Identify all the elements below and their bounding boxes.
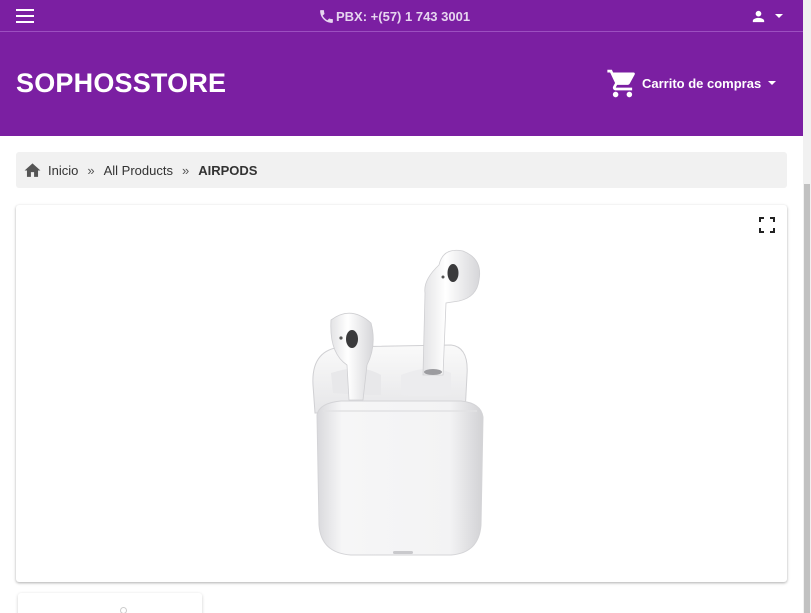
cart-button[interactable]: Carrito de compras	[606, 67, 777, 99]
breadcrumb-home-link[interactable]: Inicio	[48, 163, 78, 178]
scrollbar-thumb[interactable]	[804, 184, 810, 613]
home-icon	[24, 162, 41, 177]
person-icon	[752, 10, 765, 22]
user-menu-button[interactable]	[750, 6, 783, 26]
breadcrumb-separator: »	[87, 162, 95, 178]
brand-logo[interactable]: SOPHOSSTORE	[16, 68, 226, 99]
caret-down-icon	[775, 14, 783, 18]
header: SOPHOSSTORE Carrito de compras	[0, 32, 803, 136]
breadcrumb-category-link[interactable]: All Products	[104, 163, 173, 178]
phone-info: PBX: +(57) 1 743 3001	[318, 7, 470, 25]
thumbnail-image	[120, 607, 127, 613]
phone-icon	[320, 9, 333, 23]
breadcrumb-current: AIRPODS	[198, 162, 258, 178]
scrollbar[interactable]	[803, 0, 811, 613]
breadcrumb-separator: »	[181, 162, 190, 178]
top-bar: PBX: +(57) 1 743 3001	[0, 0, 803, 32]
page: PBX: +(57) 1 743 3001 SOPHOSSTORE Carrit…	[0, 0, 803, 613]
breadcrumb-home[interactable]: Inicio	[23, 161, 78, 180]
shopping-cart-icon	[607, 69, 635, 97]
thumbnail-card[interactable]	[18, 593, 202, 613]
product-image-card	[16, 205, 787, 582]
breadcrumb: Inicio » All Products » AIRPODS	[16, 152, 787, 188]
phone-text: PBX: +(57) 1 743 3001	[336, 8, 471, 24]
menu-button[interactable]	[14, 8, 36, 24]
caret-down-icon	[768, 81, 777, 85]
product-image[interactable]	[301, 225, 501, 575]
fullscreen-icon[interactable]	[759, 217, 775, 233]
cart-label: Carrito de compras	[642, 75, 762, 91]
